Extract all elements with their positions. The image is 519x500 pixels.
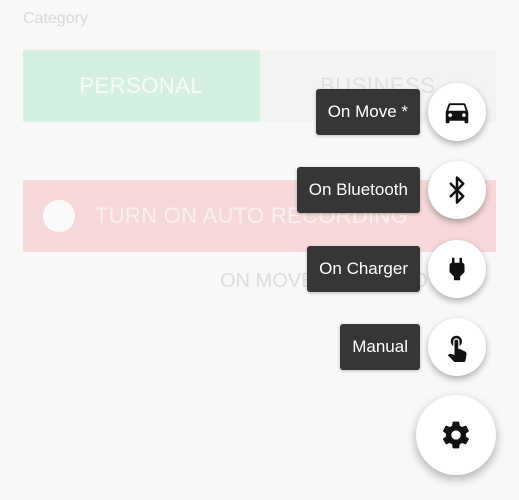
on-move-button[interactable] — [428, 83, 486, 141]
hand-tap-icon — [442, 332, 472, 362]
gear-icon — [440, 419, 472, 451]
speed-dial-label[interactable]: On Move * — [315, 89, 420, 135]
speed-dial-item-on-move[interactable]: On Move * — [315, 83, 486, 141]
bluetooth-icon — [442, 175, 472, 205]
settings-fab[interactable] — [416, 395, 496, 475]
on-bluetooth-button[interactable] — [428, 161, 486, 219]
speed-dial-item-manual[interactable]: Manual — [340, 318, 486, 376]
on-charger-button[interactable] — [428, 240, 486, 298]
speed-dial-item-on-charger[interactable]: On Charger — [307, 240, 486, 298]
speed-dial-label[interactable]: On Bluetooth — [296, 167, 420, 213]
plug-icon — [442, 254, 472, 284]
speed-dial-label[interactable]: Manual — [340, 324, 420, 370]
speed-dial-label[interactable]: On Charger — [307, 246, 420, 292]
speed-dial-item-on-bluetooth[interactable]: On Bluetooth — [296, 161, 486, 219]
car-icon — [442, 97, 472, 127]
manual-button[interactable] — [428, 318, 486, 376]
